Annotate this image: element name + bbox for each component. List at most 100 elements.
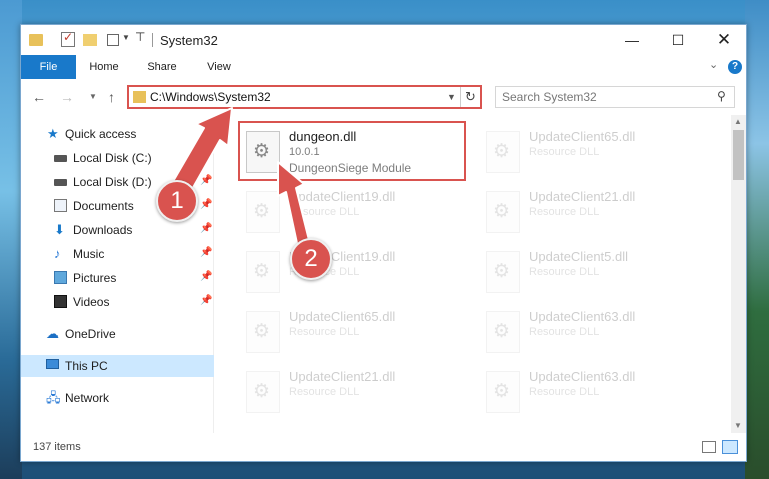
sidebar-item-label: This PC xyxy=(65,359,108,373)
file-item[interactable]: UpdateClient5.dll Resource DLL xyxy=(480,243,700,301)
dll-file-icon xyxy=(486,311,520,353)
file-name: dungeon.dll xyxy=(289,129,357,144)
sidebar-item-label: Network xyxy=(65,391,110,405)
sidebar-item-this-pc[interactable]: This PC xyxy=(21,355,214,377)
file-explorer-window: ▼ ⊤ System32 — ☐ ✕ File Home Share View … xyxy=(20,24,747,462)
file-item-dungeon-dll[interactable]: dungeon.dll 10.0.1 DungeonSiege Module xyxy=(240,123,460,181)
file-item[interactable]: UpdateClient63.dll Resource DLL xyxy=(480,363,700,421)
file-item[interactable]: UpdateClient65.dll Resource DLL xyxy=(480,123,700,181)
vertical-scrollbar[interactable]: ▲ ▼ xyxy=(731,115,746,433)
details-view-icon[interactable] xyxy=(702,441,716,453)
pin-icon[interactable]: 📌 xyxy=(200,247,212,258)
desktop-background-right xyxy=(745,0,769,479)
videos-icon xyxy=(54,295,67,308)
file-item[interactable]: UpdateClient21.dll Resource DLL xyxy=(240,363,460,421)
star-icon: ★ xyxy=(47,126,59,141)
file-description: Resource DLL xyxy=(529,146,600,158)
forward-arrow-icon[interactable]: → xyxy=(60,89,74,105)
tab-file[interactable]: File xyxy=(21,55,76,79)
file-description: Resource DLL xyxy=(529,386,600,398)
folder-icon xyxy=(133,91,146,103)
file-list: dungeon.dll 10.0.1 DungeonSiege Module U… xyxy=(216,115,730,433)
list-view-icon[interactable] xyxy=(107,34,119,46)
dll-file-icon xyxy=(246,191,280,233)
navigation-bar: ← → ▼ ↑ C:\Windows\System32 ▼ ↻ Search S… xyxy=(21,79,746,115)
sidebar-item-music[interactable]: ♪ Music 📌 xyxy=(21,243,214,265)
sidebar-item-label: Downloads xyxy=(73,223,133,237)
help-icon[interactable]: ? xyxy=(728,60,742,74)
dll-file-icon xyxy=(486,131,520,173)
large-icons-view-icon[interactable] xyxy=(722,440,738,454)
pin-icon[interactable]: 📌 xyxy=(200,223,212,234)
scroll-up-icon[interactable]: ▲ xyxy=(734,117,742,126)
file-name: UpdateClient63.dll xyxy=(529,309,636,324)
callout-badge-1: 1 xyxy=(156,180,198,222)
pin-icon[interactable]: 📌 xyxy=(200,151,212,162)
pin-icon[interactable]: 📌 xyxy=(200,295,212,306)
window-title: System32 xyxy=(160,33,218,48)
title-bar: ▼ ⊤ System32 — ☐ ✕ xyxy=(21,25,746,55)
file-description: Resource DLL xyxy=(529,326,600,338)
search-input[interactable]: Search System32 xyxy=(502,90,597,104)
pin-icon[interactable]: 📌 xyxy=(200,175,212,186)
documents-icon xyxy=(54,199,67,212)
file-description: Resource DLL xyxy=(289,326,360,338)
pictures-icon xyxy=(54,271,67,284)
sidebar-item-pictures[interactable]: Pictures 📌 xyxy=(21,267,214,289)
recent-locations-icon[interactable]: ▼ xyxy=(89,92,97,101)
new-folder-icon[interactable] xyxy=(83,34,97,46)
pin-icon[interactable]: 📌 xyxy=(200,271,212,282)
sidebar-item-network[interactable]: 🖧 Network xyxy=(21,387,214,409)
drive-icon xyxy=(54,155,67,162)
file-item[interactable]: UpdateClient19.dll Resource DLL xyxy=(240,183,460,241)
sidebar-item-label: Documents xyxy=(73,199,134,213)
chevron-down-icon[interactable]: ▼ xyxy=(447,92,456,102)
file-name: UpdateClient5.dll xyxy=(529,249,629,264)
tab-share[interactable]: Share xyxy=(142,55,182,79)
sidebar-item-local-disk-c[interactable]: Local Disk (C:) 📌 xyxy=(21,147,214,169)
sidebar-item-quick-access[interactable]: ★ Quick access xyxy=(21,123,214,145)
close-button[interactable]: ✕ xyxy=(701,25,747,55)
sidebar-item-label: Quick access xyxy=(65,127,137,141)
maximize-button[interactable]: ☐ xyxy=(655,25,701,55)
address-bar[interactable]: C:\Windows\System32 ▼ ↻ xyxy=(127,85,482,109)
search-box[interactable]: Search System32 ⚲ xyxy=(495,86,735,108)
sidebar-item-downloads[interactable]: ⬇ Downloads 📌 xyxy=(21,219,214,241)
item-count: 137 items xyxy=(33,441,81,453)
address-path[interactable]: C:\Windows\System32 xyxy=(150,90,271,104)
file-item[interactable]: UpdateClient21.dll Resource DLL xyxy=(480,183,700,241)
sidebar-item-label: Videos xyxy=(73,295,110,309)
computer-icon xyxy=(46,359,59,369)
music-icon: ♪ xyxy=(54,246,61,261)
back-arrow-icon[interactable]: ← xyxy=(32,89,46,105)
file-item[interactable]: UpdateClient65.dll Resource DLL xyxy=(240,303,460,361)
tab-home[interactable]: Home xyxy=(84,55,124,79)
expand-ribbon-icon[interactable]: ⌄ xyxy=(709,58,718,71)
navigation-pane: ★ Quick access Local Disk (C:) 📌 Local D… xyxy=(21,115,214,433)
properties-icon[interactable] xyxy=(61,30,75,47)
file-name: UpdateClient19.dll xyxy=(289,189,396,204)
minimize-button[interactable]: — xyxy=(609,25,655,55)
customize-toolbar-icon[interactable]: ⊤ xyxy=(135,30,145,46)
file-name: UpdateClient65.dll xyxy=(289,309,396,324)
folder-icon xyxy=(29,34,43,46)
file-name: UpdateClient21.dll xyxy=(529,189,636,204)
pin-icon[interactable]: 📌 xyxy=(200,199,212,210)
refresh-icon[interactable]: ↻ xyxy=(460,87,480,107)
dll-file-icon xyxy=(246,311,280,353)
sidebar-item-videos[interactable]: Videos 📌 xyxy=(21,291,214,313)
scroll-down-icon[interactable]: ▼ xyxy=(734,421,742,430)
search-icon[interactable]: ⚲ xyxy=(717,89,726,103)
file-item[interactable]: UpdateClient19.dll Resource DLL xyxy=(240,243,460,301)
dll-file-icon xyxy=(246,251,280,293)
file-item[interactable]: UpdateClient63.dll Resource DLL xyxy=(480,303,700,361)
up-arrow-icon[interactable]: ↑ xyxy=(108,89,115,105)
scroll-thumb[interactable] xyxy=(733,130,744,180)
chevron-down-icon[interactable]: ▼ xyxy=(122,33,130,49)
dll-file-icon xyxy=(246,131,280,173)
file-description: Resource DLL xyxy=(529,266,600,278)
sidebar-item-onedrive[interactable]: ☁ OneDrive xyxy=(21,323,214,345)
callout-badge-2: 2 xyxy=(290,238,332,280)
status-bar: 137 items xyxy=(21,433,746,461)
tab-view[interactable]: View xyxy=(199,55,239,79)
